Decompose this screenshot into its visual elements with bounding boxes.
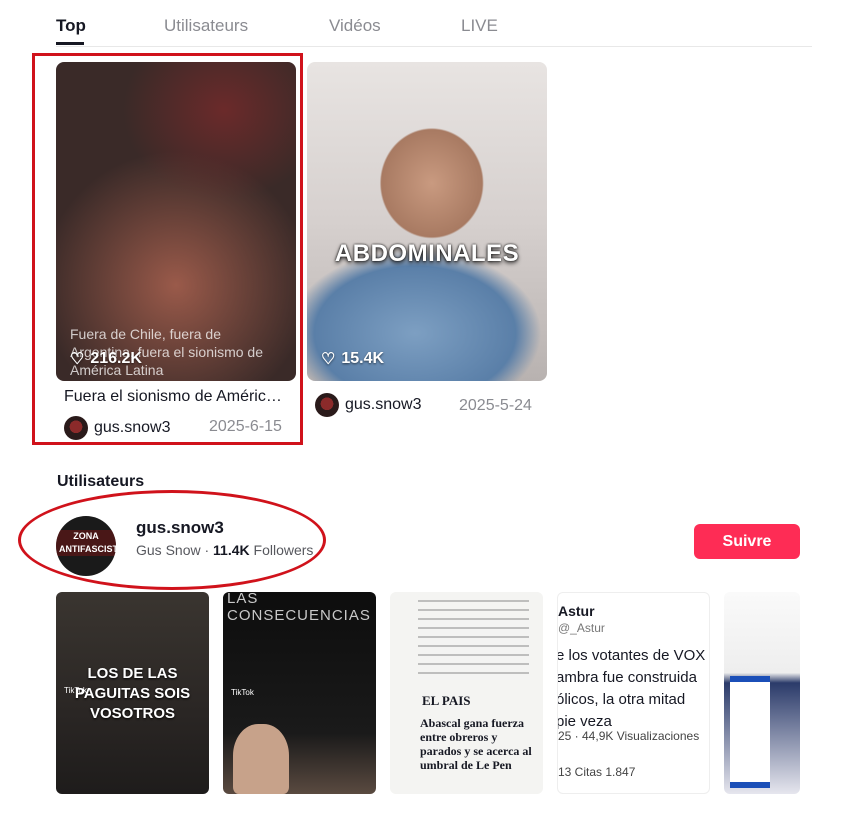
tab-users[interactable]: Utilisateurs [164, 16, 248, 36]
video-author[interactable]: gus.snow3 [64, 416, 171, 440]
video-thumbnail[interactable]: ABDOMINALES ♡ 15.4K [307, 62, 547, 381]
heart-icon: ♡ [321, 351, 336, 368]
video-thumbnail[interactable] [724, 592, 800, 794]
person-face-image [233, 724, 289, 794]
avatar[interactable]: ZONA ANTIFASCISTA [56, 516, 116, 576]
tab-live[interactable]: LIVE [461, 16, 498, 36]
video-thumbnail[interactable]: LAS CONSECUENCIAS TikTok [223, 592, 376, 794]
search-tabs: Top Utilisateurs Vidéos LIVE [56, 0, 812, 47]
video-date: 2025-5-24 [459, 397, 532, 414]
flag-image [730, 676, 770, 788]
follow-button[interactable]: Suivre [694, 524, 800, 559]
avatar [315, 393, 339, 417]
video-overlay-title: ABDOMINALES [334, 240, 520, 267]
like-count: ♡ 216.2K [70, 350, 142, 368]
video-thumbnail[interactable]: Astur @_Astur e los votantes de VOX ambr… [557, 592, 710, 794]
video-author[interactable]: gus.snow3 [315, 393, 422, 417]
user-username[interactable]: gus.snow3 [136, 518, 224, 538]
tab-videos[interactable]: Vidéos [329, 16, 381, 36]
article-lines [418, 600, 529, 676]
user-meta: Gus Snow · 11.4K Followers [136, 542, 314, 558]
video-thumbnail[interactable]: Fuera de Chile, fuera de Argentina, fuer… [56, 62, 296, 381]
section-title: Utilisateurs [57, 473, 145, 490]
video-caption[interactable]: Fuera el sionismo de Améric… [64, 388, 288, 406]
active-tab-indicator [56, 42, 84, 45]
tab-top[interactable]: Top [56, 16, 86, 36]
video-date: 2025-6-15 [209, 418, 282, 435]
video-thumbnail[interactable]: LOS DE LAS PAGUITAS SOIS VOSOTROS TikTok [56, 592, 209, 794]
like-count: ♡ 15.4K [321, 350, 385, 368]
video-thumbnail[interactable]: EL PAIS Abascal gana fuerza entre obrero… [390, 592, 543, 794]
heart-icon: ♡ [70, 351, 85, 368]
avatar [64, 416, 88, 440]
